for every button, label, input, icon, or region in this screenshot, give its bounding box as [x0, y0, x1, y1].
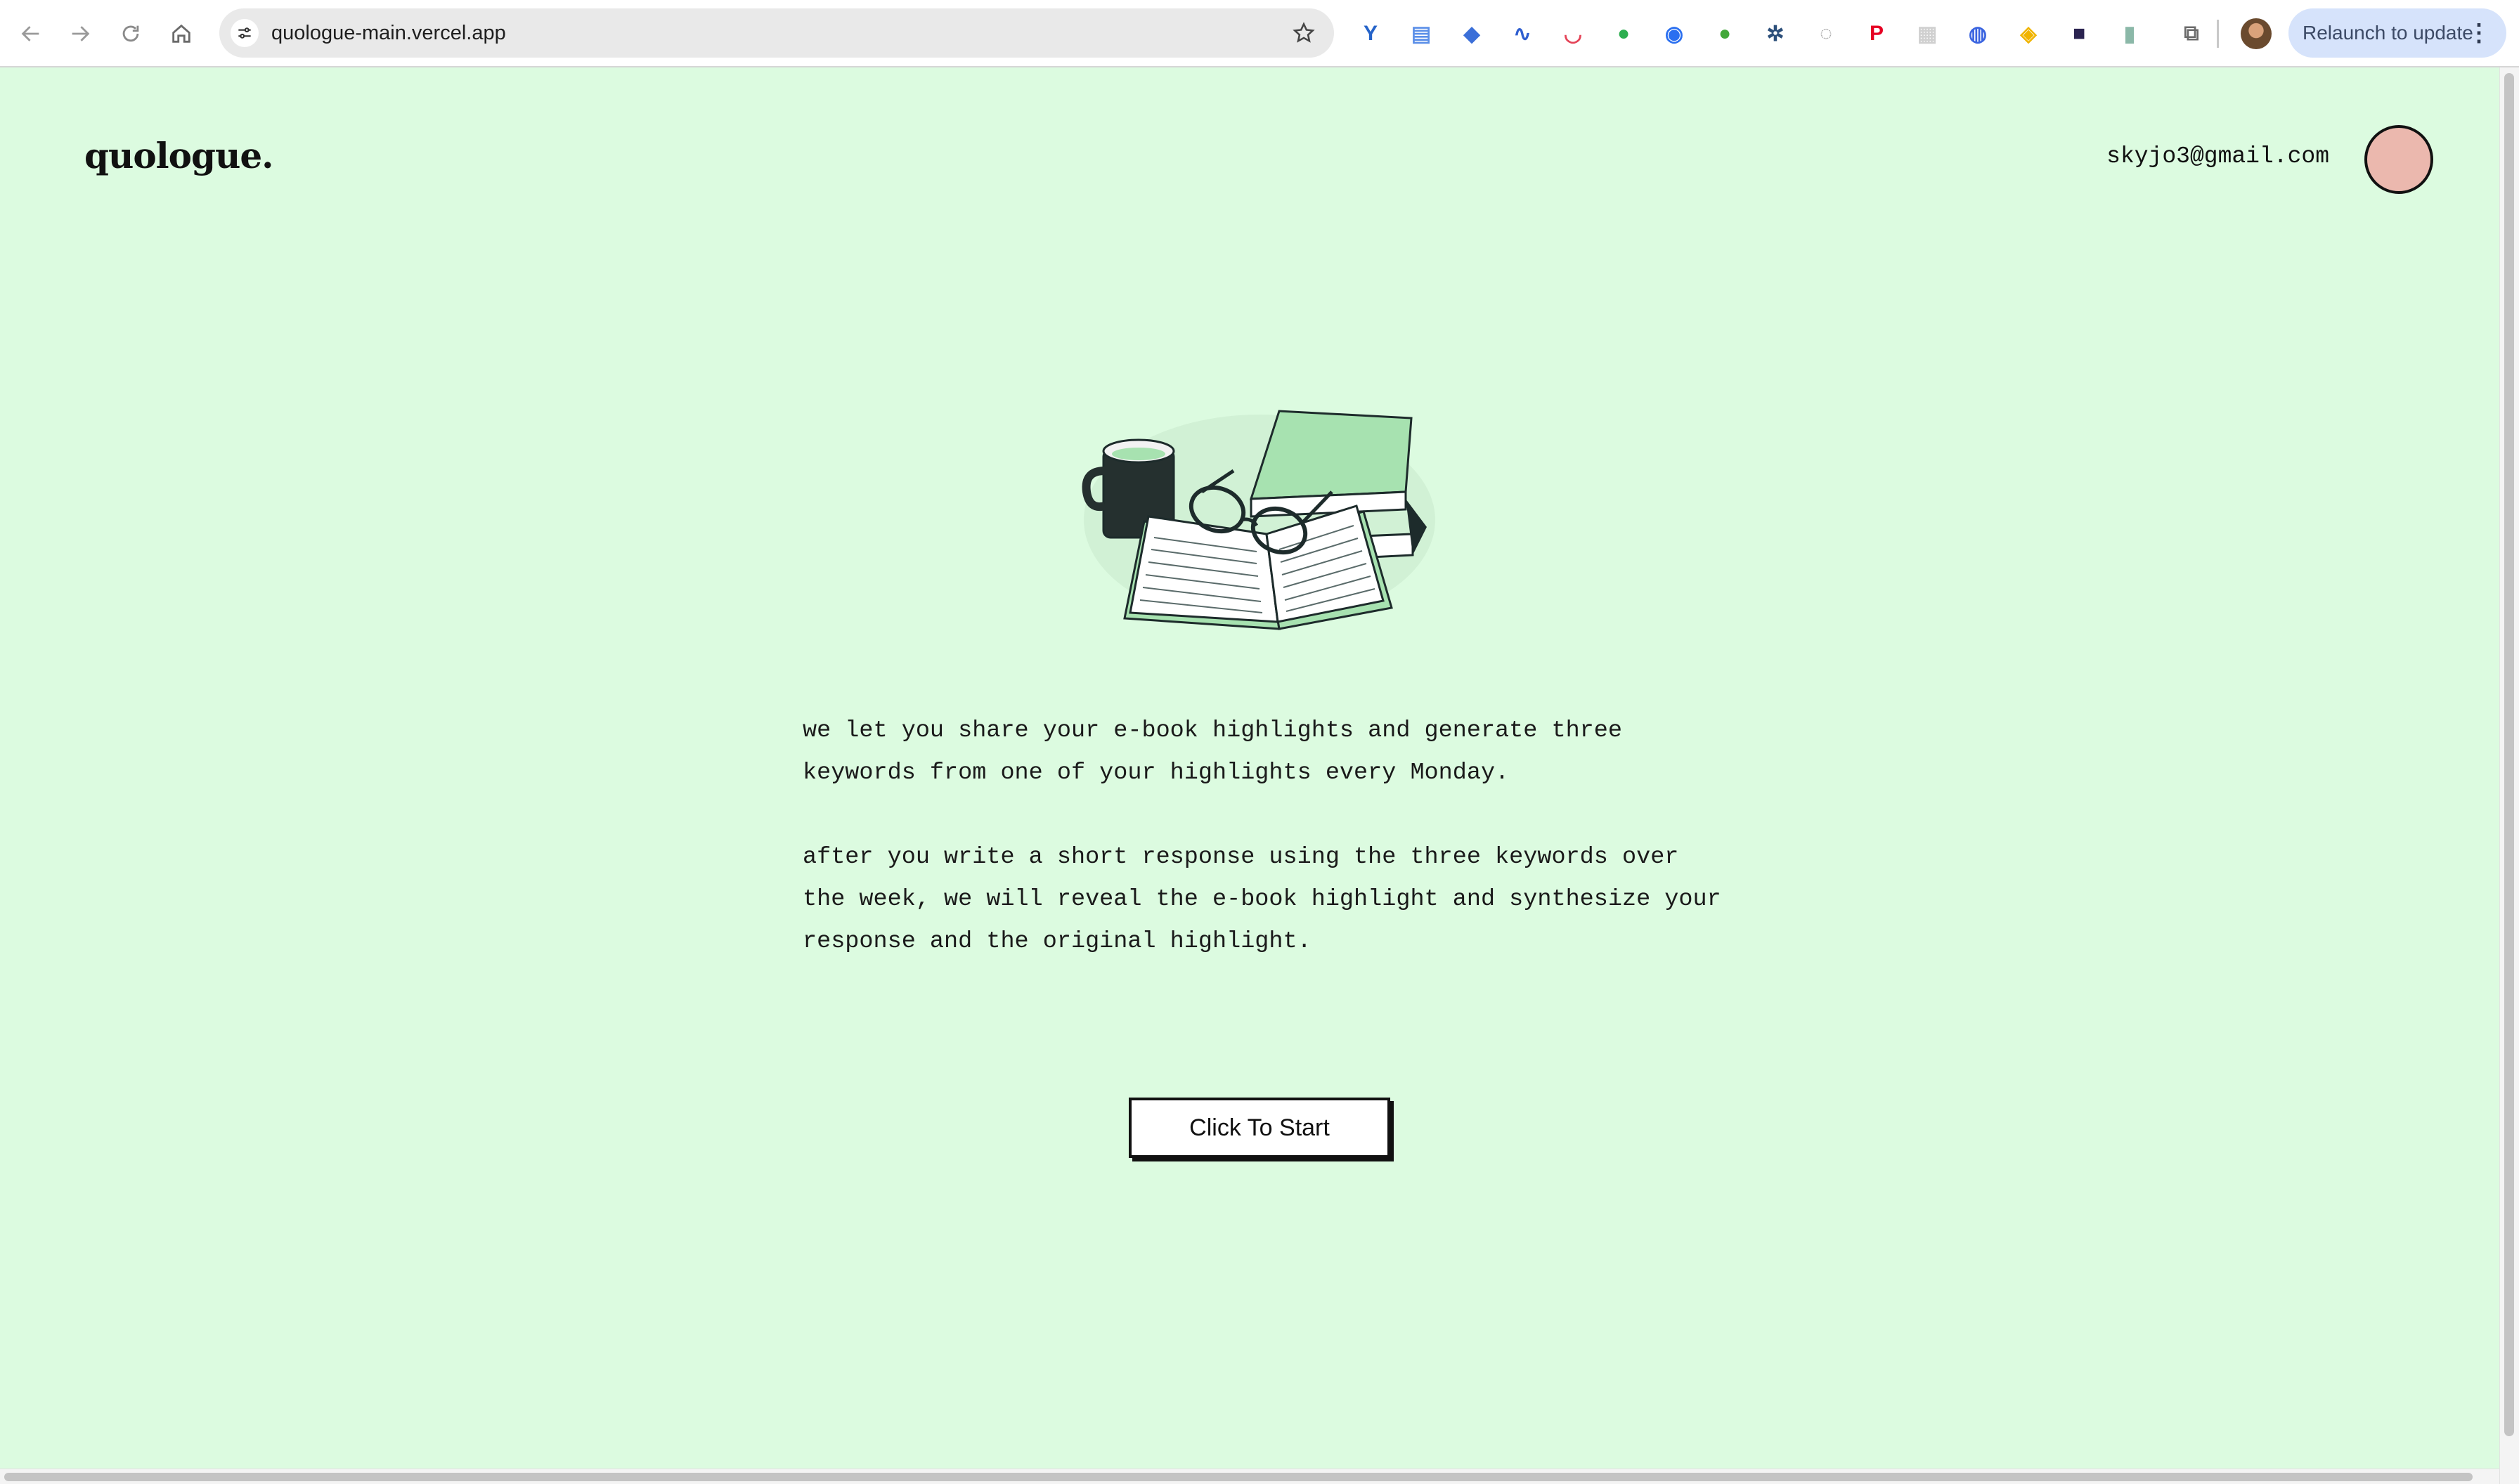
dark-square-extension-icon[interactable]: ■: [2064, 18, 2094, 49]
y-extension-icon[interactable]: Y: [1355, 18, 1386, 49]
relaunch-label: Relaunch to update: [2303, 22, 2473, 44]
site-settings-icon[interactable]: [231, 19, 259, 47]
compass-extension-icon[interactable]: ◍: [1962, 18, 1993, 49]
click-to-start-button[interactable]: Click To Start: [1129, 1098, 1390, 1158]
toolbar-divider: [2217, 20, 2219, 48]
cap-extension-icon[interactable]: ◆: [1456, 18, 1487, 49]
network-extension-icon[interactable]: ✲: [1760, 18, 1791, 49]
wave-extension-icon[interactable]: ∿: [1507, 18, 1538, 49]
vertical-scrollbar-thumb[interactable]: [2504, 73, 2514, 1436]
user-avatar[interactable]: [2364, 125, 2433, 194]
drop-extension-icon[interactable]: ●: [1709, 18, 1740, 49]
address-bar[interactable]: quologue-main.vercel.app: [219, 8, 1334, 58]
sheet-extension-icon[interactable]: ▮: [2114, 18, 2145, 49]
horizontal-scrollbar-thumb[interactable]: [4, 1473, 2473, 1481]
intro-paragraph-2: after you write a short response using t…: [803, 844, 1721, 955]
user-email: skyjo3@gmail.com: [2106, 143, 2329, 169]
horizontal-scrollbar[interactable]: [0, 1469, 2499, 1484]
site-logo[interactable]: quologue.: [84, 135, 274, 176]
intro-paragraph-1: we let you share your e-book highlights …: [803, 717, 1622, 786]
docs-extension-icon[interactable]: ▤: [1406, 18, 1437, 49]
profile-avatar-icon[interactable]: [2241, 18, 2272, 49]
relaunch-button[interactable]: Relaunch to update ⋮: [2288, 8, 2506, 58]
globe-extension-icon[interactable]: ◉: [1659, 18, 1690, 49]
pinterest-extension-icon[interactable]: P: [1861, 18, 1892, 49]
url-text[interactable]: quologue-main.vercel.app: [271, 8, 506, 58]
grid-extension-icon[interactable]: ▦: [1912, 18, 1943, 49]
evernote-extension-icon[interactable]: ●: [1608, 18, 1639, 49]
browser-toolbar: quologue-main.vercel.app Y ▤ ◆ ∿ ◡ ● ◉ ● ✲ ◌ P ▦ ◍ ◈ ■…: [0, 0, 2519, 67]
puzzle-extensions-icon[interactable]: ⧉: [2176, 18, 2207, 49]
browser-menu-icon[interactable]: ⋮: [2467, 8, 2491, 58]
forward-arrow-icon[interactable]: [62, 15, 98, 52]
vertical-scrollbar[interactable]: [2499, 67, 2519, 1484]
reload-icon[interactable]: [112, 15, 149, 52]
pocket-extension-icon[interactable]: ◡: [1558, 18, 1588, 49]
intro-text: we let you share your e-book highlights …: [803, 710, 1730, 963]
power-extension-icon[interactable]: ◌: [1811, 18, 1841, 49]
books-and-mug-illustration: [1082, 410, 1435, 630]
home-icon[interactable]: [163, 15, 200, 52]
back-arrow-icon[interactable]: [13, 15, 49, 52]
colorwheel-extension-icon[interactable]: ◈: [2013, 18, 2044, 49]
bookmark-star-icon[interactable]: [1289, 18, 1319, 48]
